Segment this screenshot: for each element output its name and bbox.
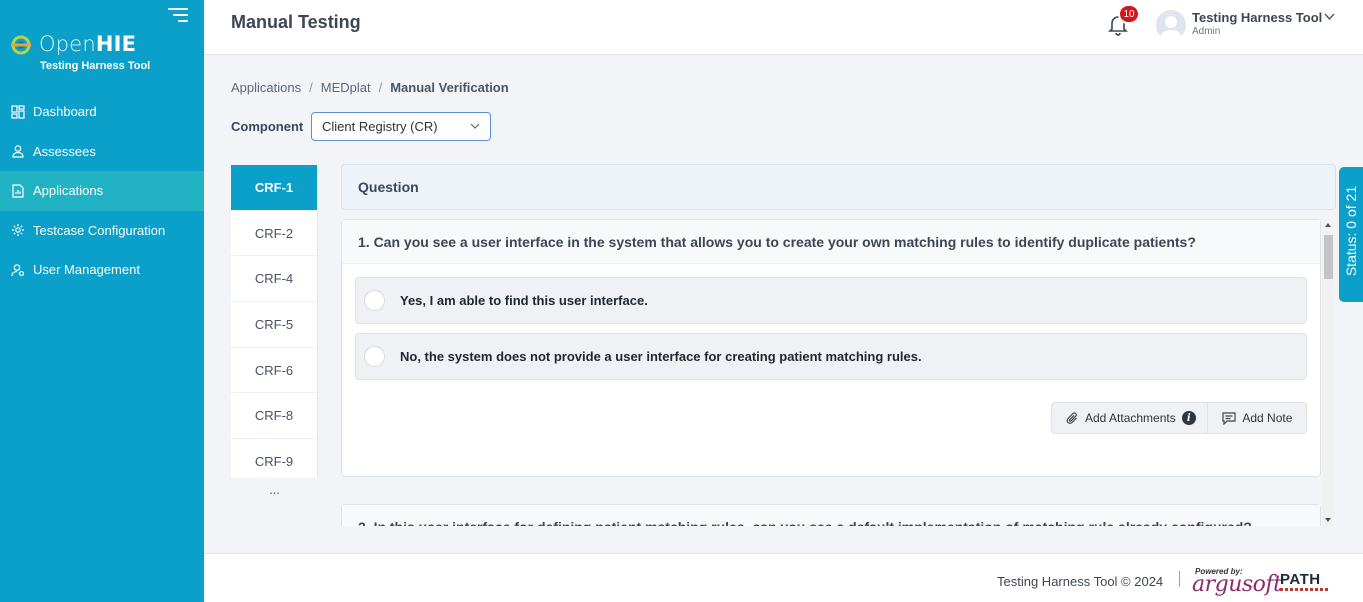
breadcrumb: Applications / MEDplat / Manual Verifica… [231, 80, 509, 95]
path-logo: PATH [1280, 571, 1321, 588]
vertical-scrollbar[interactable] [1322, 223, 1334, 526]
user-icon [12, 145, 24, 158]
sidebar-item-assessees[interactable]: Assessees [0, 132, 204, 172]
notification-badge: 10 [1118, 4, 1140, 24]
crf-tab-8[interactable]: CRF-8 [231, 393, 317, 440]
question-card: 1. Can you see a user interface in the s… [341, 219, 1321, 477]
status-text: Status: 0 of 21 [1343, 185, 1359, 277]
breadcrumb-separator: / [378, 80, 383, 95]
document-chart-icon [12, 184, 24, 198]
menu-toggle-icon[interactable] [166, 8, 188, 24]
sidebar-item-applications[interactable]: Applications [0, 171, 204, 211]
dashboard-icon [11, 105, 25, 119]
sidebar-item-label: Testcase Configuration [33, 222, 166, 238]
footer: Testing Harness Tool © 2024 Powered by: … [204, 553, 1363, 602]
answer-option-label: Yes, I am able to find this user interfa… [400, 293, 648, 308]
crf-tab-2[interactable]: CRF-2 [231, 211, 317, 257]
component-label: Component [231, 119, 304, 134]
add-attachments-button[interactable]: Add Attachments i [1052, 403, 1209, 433]
sidebar-item-label: User Management [33, 262, 140, 278]
user-name[interactable]: Testing Harness Tool [1192, 10, 1322, 25]
sidebar: OpenHIE Testing Harness Tool Dashboard A… [0, 0, 204, 602]
footer-copyright: Testing Harness Tool © 2024 [997, 574, 1164, 589]
top-header: Manual Testing 10 Testing Harness Tool A… [204, 0, 1363, 55]
breadcrumb-medplat[interactable]: MEDplat [321, 80, 371, 95]
sidebar-item-label: Assessees [33, 143, 96, 159]
argusoft-logo: argusoft [1192, 572, 1282, 597]
avatar[interactable] [1156, 10, 1186, 40]
question-title: 2. In this user interface for defining p… [342, 505, 1320, 526]
crf-tab-4[interactable]: CRF-4 [231, 256, 317, 303]
user-gear-icon [11, 263, 25, 276]
crf-list: CRF-1 CRF-2 CRF-4 CRF-5 CRF-6 CRF-8 CRF-… [231, 165, 318, 526]
sidebar-nav: Dashboard Assessees Applications Testcas… [0, 92, 204, 290]
logo-hie-text: HIE [95, 32, 137, 56]
crf-tab-1[interactable]: CRF-1 [231, 165, 317, 211]
crf-more[interactable]: ... [231, 478, 318, 526]
sidebar-item-label: Dashboard [33, 104, 97, 120]
paperclip-icon [1066, 411, 1077, 424]
sidebar-item-testcase-configuration[interactable]: Testcase Configuration [0, 211, 204, 251]
crf-tab-5[interactable]: CRF-5 [231, 302, 317, 348]
avatar-icon [1160, 16, 1182, 40]
breadcrumb-current: Manual Verification [390, 80, 509, 95]
radio-button[interactable] [364, 346, 385, 367]
question-actions: Add Attachments i Add Note [1051, 402, 1307, 434]
openhie-logo-icon [11, 35, 31, 55]
answer-option-yes[interactable]: Yes, I am able to find this user interfa… [355, 277, 1307, 324]
answer-option-no[interactable]: No, the system does not provide a user i… [355, 333, 1307, 380]
logo-open-text: Open [39, 32, 96, 56]
sidebar-item-user-management[interactable]: User Management [0, 250, 204, 290]
chevron-down-icon[interactable] [1324, 13, 1335, 21]
gear-icon [12, 224, 24, 237]
user-role: Admin [1192, 26, 1221, 37]
openhie-logo: OpenHIE Testing Harness Tool [10, 32, 200, 76]
question-title: 1. Can you see a user interface in the s… [342, 220, 1320, 264]
breadcrumb-applications[interactable]: Applications [231, 80, 301, 95]
logo-subtitle: Testing Harness Tool [40, 60, 151, 72]
chevron-down-icon [470, 123, 480, 129]
sidebar-item-label: Applications [33, 183, 104, 199]
questions-scroll-area[interactable]: 1. Can you see a user interface in the s… [341, 219, 1335, 526]
scroll-down-arrow-icon[interactable] [1325, 518, 1331, 522]
sidebar-item-dashboard[interactable]: Dashboard [0, 92, 204, 132]
add-attachments-label: Add Attachments [1085, 411, 1176, 425]
footer-divider [1179, 571, 1180, 587]
note-icon [1222, 411, 1236, 425]
status-tab[interactable]: Status: 0 of 21 [1339, 167, 1363, 302]
breadcrumb-separator: / [309, 80, 313, 95]
crf-tab-6[interactable]: CRF-6 [231, 348, 317, 394]
component-select[interactable]: Client Registry (CR) [311, 112, 491, 141]
radio-button[interactable] [364, 290, 385, 311]
path-logo-underline [1280, 588, 1328, 591]
question-section-header: Question [341, 164, 1336, 210]
add-note-label: Add Note [1242, 411, 1293, 425]
page-title: Manual Testing [231, 12, 361, 32]
scroll-up-arrow-icon[interactable] [1325, 223, 1331, 227]
add-note-button[interactable]: Add Note [1208, 403, 1306, 433]
question-card: 2. In this user interface for defining p… [341, 504, 1321, 526]
answer-option-label: No, the system does not provide a user i… [400, 349, 922, 364]
scrollbar-thumb[interactable] [1324, 235, 1333, 279]
component-selected-value: Client Registry (CR) [322, 119, 438, 134]
info-icon[interactable]: i [1181, 411, 1196, 425]
